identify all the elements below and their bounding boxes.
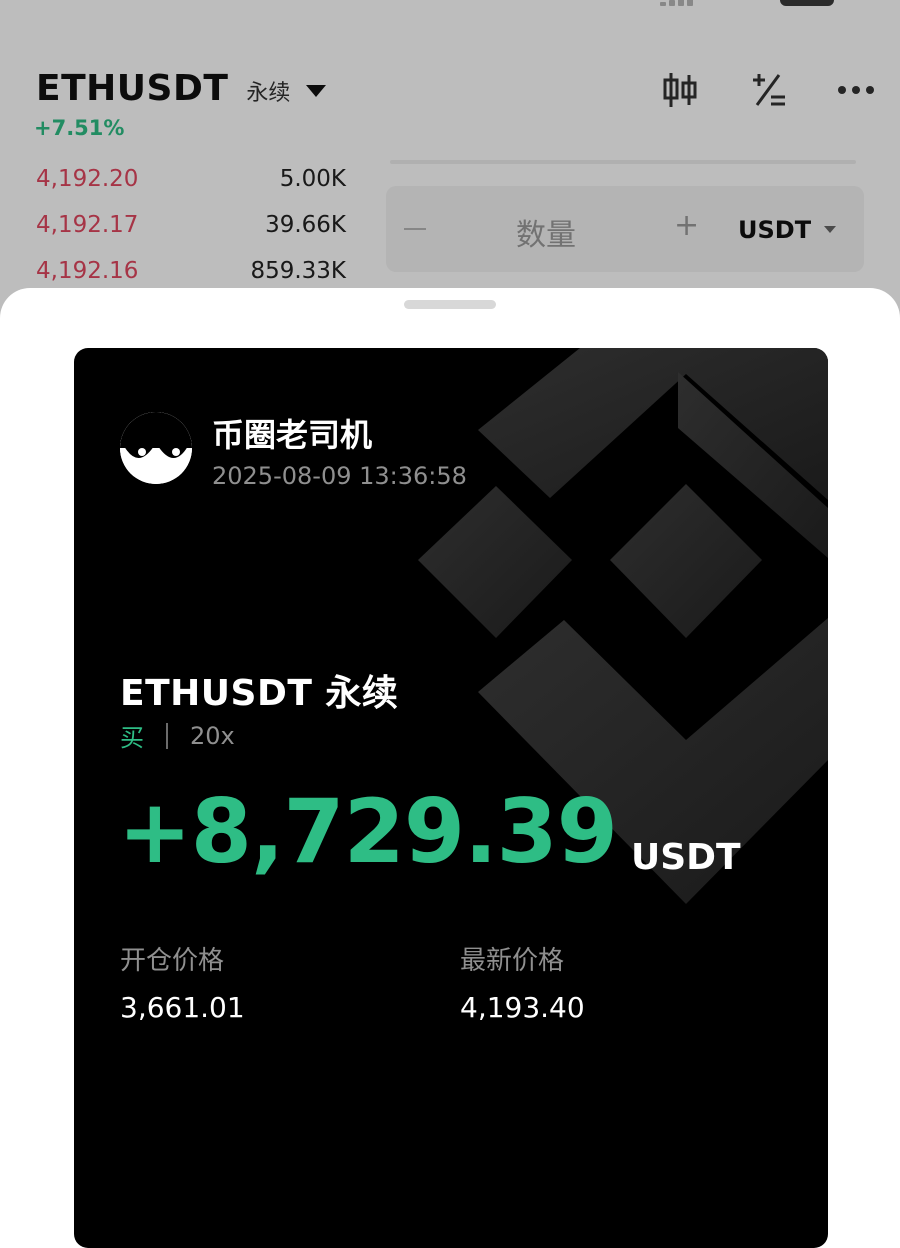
share-sheet: 币圈老司机 2025-08-09 13:36:58 ETHUSDT 永续 买 2… <box>0 288 900 1248</box>
avatar <box>120 412 192 484</box>
latest-price-block: 最新价格 4,193.40 <box>460 940 585 1024</box>
leverage: 20x <box>190 721 235 750</box>
entry-price-block: 开仓价格 3,661.01 <box>120 940 245 1024</box>
share-timestamp: 2025-08-09 13:36:58 <box>212 462 467 490</box>
divider <box>166 722 168 749</box>
pnl-share-card: 币圈老司机 2025-08-09 13:36:58 ETHUSDT 永续 买 2… <box>74 348 828 1248</box>
pnl-unit: USDT <box>630 837 741 878</box>
entry-price-label: 开仓价格 <box>120 946 225 976</box>
pnl-row: +8,729.39 USDT <box>118 780 741 883</box>
contract-symbol: ETHUSDT 永续 <box>120 673 399 714</box>
position-side: 买 <box>120 724 144 752</box>
entry-price: 3,661.01 <box>120 991 245 1024</box>
sheet-drag-handle[interactable] <box>404 300 496 309</box>
pnl-value: +8,729.39 <box>118 780 618 883</box>
latest-price-label: 最新价格 <box>460 946 565 976</box>
position-meta: 买 20x <box>120 718 235 753</box>
latest-price: 4,193.40 <box>460 991 585 1024</box>
username: 币圈老司机 <box>212 416 373 454</box>
